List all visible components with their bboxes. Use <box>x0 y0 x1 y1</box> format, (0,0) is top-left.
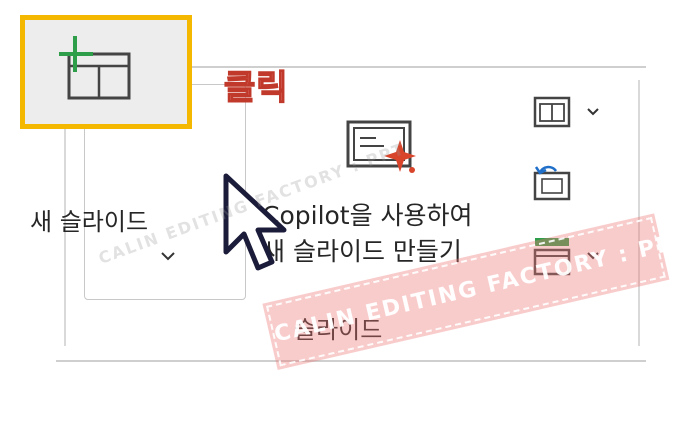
new-slide-label: 새 슬라이드 <box>30 208 149 236</box>
layout-icon <box>533 96 599 128</box>
layout-button[interactable] <box>532 92 608 132</box>
reset-button[interactable] <box>532 163 608 203</box>
reset-icon <box>533 165 571 201</box>
new-slide-icon <box>59 36 131 100</box>
group-divider-right <box>638 80 640 346</box>
new-slide-button[interactable] <box>20 15 192 129</box>
click-callout: 클릭 <box>223 67 289 109</box>
chevron-down-icon[interactable] <box>158 246 178 266</box>
